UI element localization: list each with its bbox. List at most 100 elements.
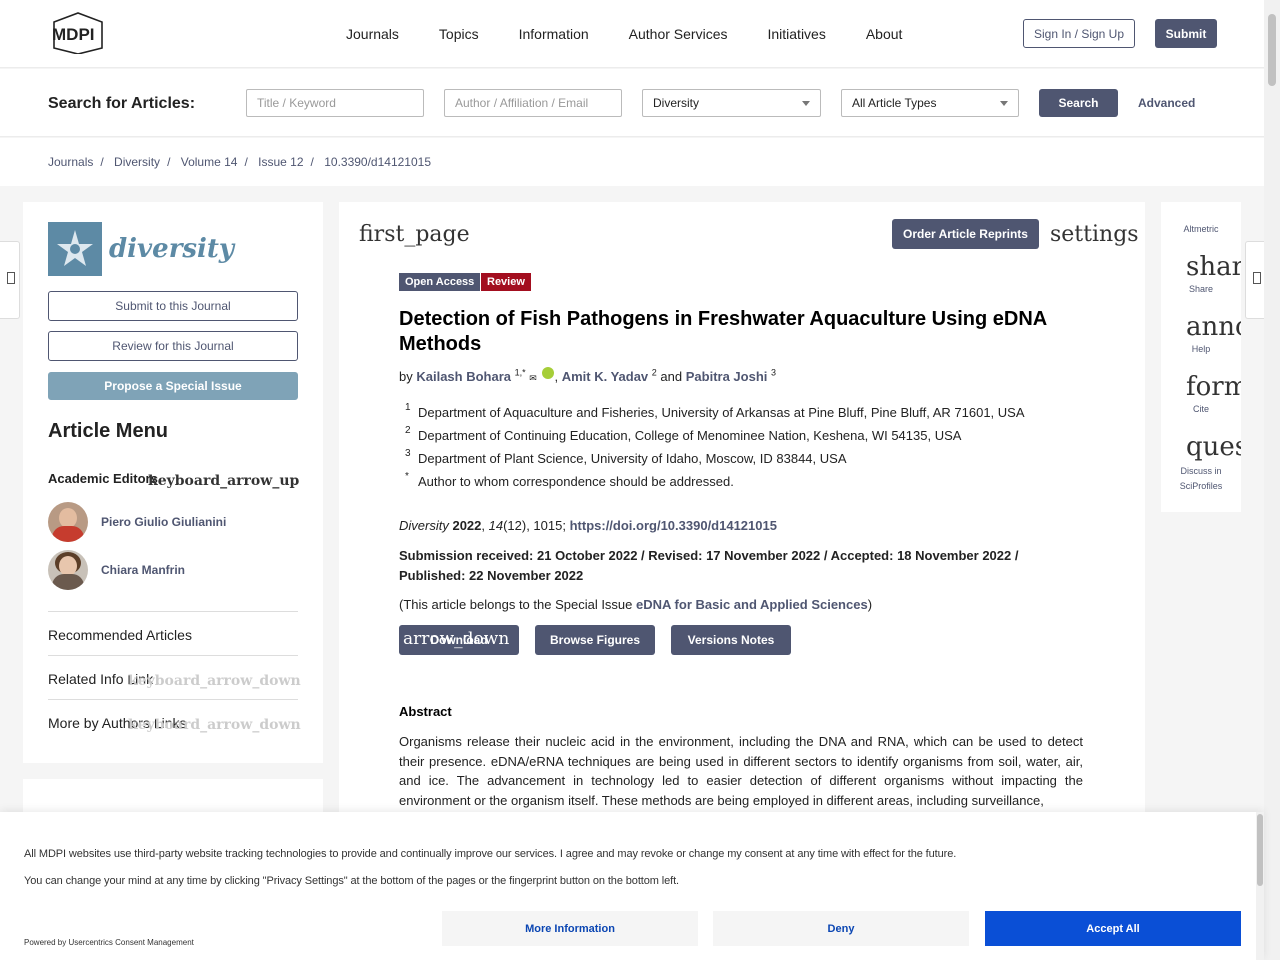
main-nav: Journals Topics Information Author Servi… bbox=[346, 26, 942, 42]
nav-author-services[interactable]: Author Services bbox=[629, 26, 728, 42]
citation-volume: 14 bbox=[488, 518, 504, 533]
citation-issue: (12), 1015; bbox=[503, 518, 566, 533]
svg-text:MDPI: MDPI bbox=[52, 25, 95, 44]
open-access-badge: Open Access bbox=[399, 273, 481, 291]
order-reprints-button[interactable]: Order Article Reprints bbox=[892, 219, 1039, 249]
nav-topics[interactable]: Topics bbox=[439, 26, 479, 42]
author-link[interactable]: Pabitra Joshi bbox=[686, 369, 768, 384]
versions-notes-button[interactable]: Versions Notes bbox=[671, 625, 791, 655]
deny-button[interactable]: Deny bbox=[713, 911, 969, 946]
author-sup: 1,* bbox=[514, 367, 526, 378]
search-bar: Search for Articles: Title / Keyword Aut… bbox=[0, 69, 1264, 137]
share-icon[interactable]: share bbox=[1186, 252, 1241, 282]
consent-scrollbar[interactable] bbox=[1256, 812, 1264, 960]
consent-text: All MDPI websites use third-party websit… bbox=[24, 848, 957, 860]
breadcrumb-separator: / bbox=[244, 155, 248, 169]
more-information-button[interactable]: More Information bbox=[442, 911, 698, 946]
breadcrumb-doi[interactable]: 10.3390/d14121015 bbox=[324, 155, 431, 169]
article-type-select[interactable]: All Article Types bbox=[841, 89, 1019, 117]
search-label: Search for Articles: bbox=[48, 95, 196, 112]
breadcrumb-separator: / bbox=[310, 155, 314, 169]
sign-in-button[interactable]: Sign In / Sign Up bbox=[1023, 19, 1135, 48]
affiliation-sup: * bbox=[405, 471, 409, 482]
breadcrumb: Journals / Diversity / Volume 14 / Issue 12… bbox=[0, 138, 1264, 186]
accept-all-button[interactable]: Accept All bbox=[985, 911, 1241, 946]
right-drawer-tab[interactable] bbox=[1245, 241, 1265, 319]
cite-icon[interactable]: format_quote bbox=[1186, 372, 1241, 402]
author-affiliation-input[interactable]: Author / Affiliation / Email bbox=[444, 89, 622, 117]
affiliation-sup: 2 bbox=[405, 425, 411, 436]
abstract-heading: Abstract bbox=[399, 704, 452, 719]
page-scrollbar[interactable] bbox=[1264, 0, 1280, 960]
email-icon[interactable]: ✉ bbox=[529, 373, 537, 383]
article-type-value: All Article Types bbox=[852, 96, 937, 110]
divider bbox=[48, 655, 298, 656]
settings-icon[interactable]: settings bbox=[1050, 222, 1139, 247]
submit-to-journal-button[interactable]: Submit to this Journal bbox=[48, 291, 298, 321]
left-drawer-tab[interactable] bbox=[0, 241, 20, 319]
affiliation-sup: 3 bbox=[405, 448, 411, 459]
breadcrumb-issue[interactable]: Issue 12 bbox=[258, 155, 303, 169]
chevron-down-icon bbox=[802, 100, 810, 106]
title-keyword-input[interactable]: Title / Keyword bbox=[246, 89, 424, 117]
review-badge: Review bbox=[481, 273, 531, 291]
author-link[interactable]: Amit K. Yadav bbox=[562, 369, 648, 384]
nav-about[interactable]: About bbox=[866, 26, 903, 42]
browse-figures-button[interactable]: Browse Figures bbox=[535, 625, 655, 655]
review-for-journal-button[interactable]: Review for this Journal bbox=[48, 331, 298, 361]
propose-special-issue-button[interactable]: Propose a Special Issue bbox=[48, 372, 298, 400]
avatar bbox=[48, 550, 88, 590]
first-page-icon[interactable]: first_page bbox=[359, 222, 470, 247]
nav-initiatives[interactable]: Initiatives bbox=[767, 26, 825, 42]
breadcrumb-journals[interactable]: Journals bbox=[48, 155, 93, 169]
arrow-down-icon: arrow_down bbox=[403, 629, 510, 649]
mdpi-logo[interactable]: MDPI bbox=[48, 12, 112, 54]
journal-select[interactable]: Diversity bbox=[642, 89, 821, 117]
consent-powered-by[interactable]: Powered by Usercentrics Consent Manageme… bbox=[24, 938, 194, 947]
help-label[interactable]: Help bbox=[1161, 344, 1241, 354]
journal-logo[interactable]: diversity bbox=[48, 222, 234, 276]
divider bbox=[48, 611, 298, 612]
nav-journals[interactable]: Journals bbox=[346, 26, 399, 42]
orcid-icon[interactable] bbox=[542, 367, 555, 379]
breadcrumb-diversity[interactable]: Diversity bbox=[114, 155, 160, 169]
doi-link[interactable]: https://doi.org/10.3390/d14121015 bbox=[570, 518, 777, 533]
scrollbar-thumb[interactable] bbox=[1257, 814, 1263, 886]
cite-label[interactable]: Cite bbox=[1161, 404, 1241, 414]
altmetric-label[interactable]: Altmetric bbox=[1161, 224, 1241, 234]
breadcrumb-separator: / bbox=[100, 155, 104, 169]
editor-item[interactable]: Chiara Manfrin bbox=[48, 550, 185, 590]
publication-dates: Submission received: 21 October 2022 / R… bbox=[399, 548, 1019, 583]
citation-journal: Diversity bbox=[399, 518, 449, 533]
advanced-search-link[interactable]: Advanced bbox=[1138, 96, 1195, 110]
editor-name[interactable]: Piero Giulio Giulianini bbox=[101, 515, 226, 529]
article-title: Detection of Fish Pathogens in Freshwate… bbox=[399, 308, 1047, 355]
special-issue-link[interactable]: eDNA for Basic and Applied Sciences bbox=[636, 597, 868, 612]
recommended-articles-link[interactable]: Recommended Articles bbox=[48, 627, 192, 643]
help-icon[interactable]: announcement bbox=[1186, 312, 1241, 342]
panel-icon bbox=[7, 272, 15, 284]
discuss-label[interactable]: Discuss in SciProfiles bbox=[1161, 464, 1241, 494]
author-sup: 3 bbox=[771, 367, 777, 378]
search-button[interactable]: Search bbox=[1039, 89, 1118, 117]
divider bbox=[48, 699, 298, 700]
author-link[interactable]: Kailash Bohara bbox=[416, 369, 511, 384]
author-list: by Kailash Bohara 1,* ✉ , Amit K. Yadav … bbox=[399, 367, 777, 384]
affiliation: 3 Department of Plant Science, University… bbox=[405, 448, 847, 466]
arrow-down-icon[interactable]: keyboard_arrow_down bbox=[128, 673, 301, 689]
arrow-down-icon[interactable]: keyboard_arrow_down bbox=[128, 717, 301, 733]
breadcrumb-volume[interactable]: Volume 14 bbox=[181, 155, 238, 169]
arrow-up-icon[interactable]: keyboard_arrow_up bbox=[148, 473, 299, 489]
affiliation-text: Department of Plant Science, University … bbox=[418, 451, 847, 466]
editor-item[interactable]: Piero Giulio Giulianini bbox=[48, 502, 226, 542]
scrollbar-thumb[interactable] bbox=[1268, 14, 1276, 86]
academic-editors-label[interactable]: Academic Editors bbox=[48, 471, 158, 486]
submit-button[interactable]: Submit bbox=[1155, 19, 1217, 48]
discuss-icon[interactable]: question_answer bbox=[1186, 432, 1241, 462]
editor-name[interactable]: Chiara Manfrin bbox=[101, 563, 185, 577]
article-menu-heading: Article Menu bbox=[48, 420, 169, 442]
share-label[interactable]: Share bbox=[1161, 284, 1241, 294]
nav-information[interactable]: Information bbox=[519, 26, 589, 42]
journal-select-value: Diversity bbox=[653, 96, 700, 110]
download-button[interactable]: Download arrow_down bbox=[399, 625, 519, 655]
